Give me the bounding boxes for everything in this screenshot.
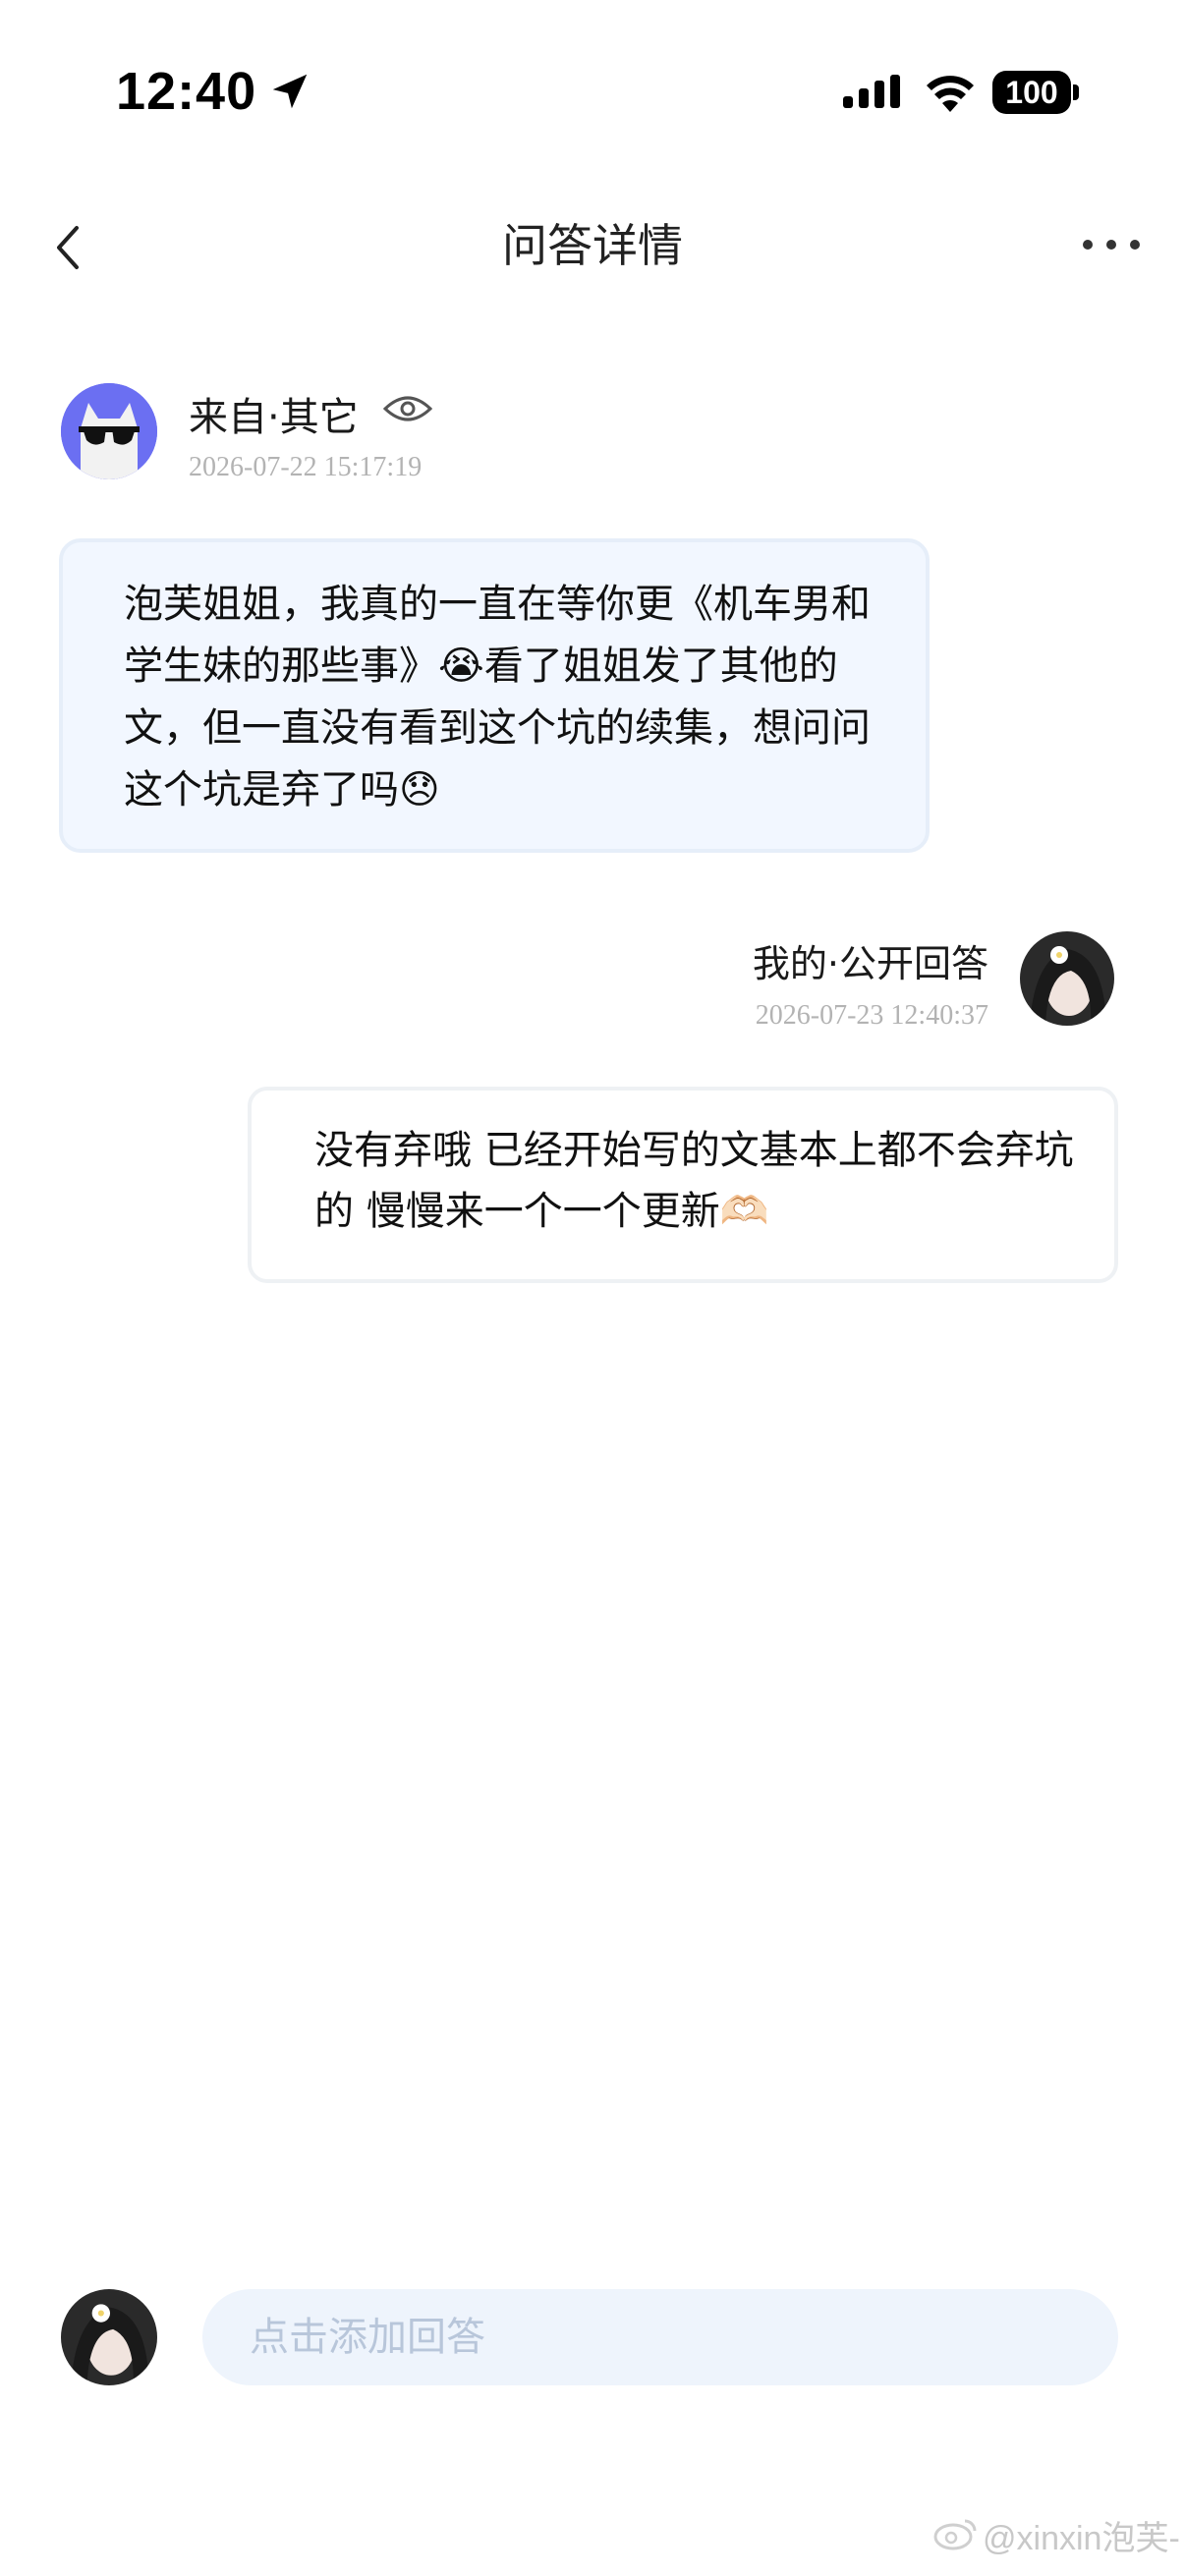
weibo-icon	[933, 2519, 977, 2550]
profile-photo	[1020, 931, 1114, 1026]
answer-source: 我的·公开回答	[752, 942, 988, 985]
status-bar: 12:40 100	[0, 0, 1185, 177]
question-source: 来自·其它	[189, 395, 359, 440]
question-text: 泡芙姐姐，我真的一直在等你更《机车男和学生妹的那些事》😭看了姐姐发了其他的文，但…	[124, 582, 871, 812]
question-timestamp: 2026-07-22 15:17:19	[189, 452, 423, 482]
watermark-text: @xinxin泡芙-	[983, 2520, 1180, 2557]
asker-avatar[interactable]	[61, 383, 157, 479]
more-options-icon[interactable]	[1077, 220, 1146, 269]
answer-timestamp: 2026-07-23 12:40:37	[755, 1000, 988, 1031]
my-avatar[interactable]	[61, 2289, 157, 2385]
location-arrow-icon	[272, 74, 308, 109]
battery-level: 100	[1005, 75, 1058, 110]
qa-detail-page: 12:40 100 问答详情 来自·其它 2026-07-22 15:17:19…	[0, 0, 1185, 2576]
battery-indicator: 100	[992, 71, 1071, 114]
cat-sunglasses-icon	[61, 383, 157, 479]
status-time: 12:40	[116, 62, 257, 121]
battery-cap	[1073, 84, 1079, 100]
profile-photo	[61, 2289, 157, 2385]
cellular-signal-icon	[843, 75, 900, 108]
back-chevron-icon[interactable]	[43, 218, 102, 277]
eye-icon[interactable]	[383, 391, 432, 426]
page-title: 问答详情	[502, 219, 683, 272]
answerer-avatar[interactable]	[1020, 931, 1114, 1026]
add-answer-input[interactable]	[202, 2289, 1118, 2385]
nav-header: 问答详情	[0, 196, 1185, 295]
answer-text: 没有弃哦 已经开始写的文基本上都不会弃坑的 慢慢来一个一个更新🫶🏻	[314, 1128, 1074, 1234]
wifi-icon	[927, 76, 974, 112]
